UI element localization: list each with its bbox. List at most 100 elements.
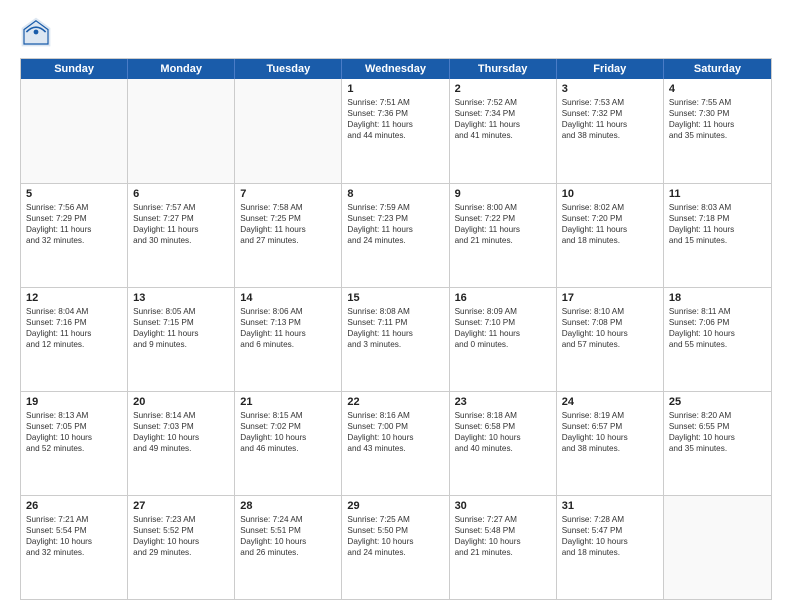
day-number: 9 [455,188,551,200]
calendar-cell: 30 Sunrise: 7:27 AM Sunset: 5:48 PM Dayli… [450,496,557,599]
day-info: Sunrise: 7:23 AM Sunset: 5:52 PM Dayligh… [133,514,229,558]
logo-icon [20,16,52,48]
day-number: 19 [26,396,122,408]
calendar-cell: 11 Sunrise: 8:03 AM Sunset: 7:18 PM Dayli… [664,184,771,287]
day-info: Sunrise: 8:16 AM Sunset: 7:00 PM Dayligh… [347,410,443,454]
weekday-header-friday: Friday [557,59,664,79]
day-info: Sunrise: 8:14 AM Sunset: 7:03 PM Dayligh… [133,410,229,454]
calendar-cell: 15 Sunrise: 8:08 AM Sunset: 7:11 PM Dayli… [342,288,449,391]
calendar-cell: 13 Sunrise: 8:05 AM Sunset: 7:15 PM Dayli… [128,288,235,391]
day-info: Sunrise: 7:27 AM Sunset: 5:48 PM Dayligh… [455,514,551,558]
calendar-cell: 24 Sunrise: 8:19 AM Sunset: 6:57 PM Dayli… [557,392,664,495]
calendar-row-1: 5 Sunrise: 7:56 AM Sunset: 7:29 PM Daylig… [21,183,771,287]
day-number: 13 [133,292,229,304]
weekday-header-tuesday: Tuesday [235,59,342,79]
day-number: 10 [562,188,658,200]
day-info: Sunrise: 8:09 AM Sunset: 7:10 PM Dayligh… [455,306,551,350]
calendar-body: 1 Sunrise: 7:51 AM Sunset: 7:36 PM Daylig… [21,79,771,599]
weekday-header-sunday: Sunday [21,59,128,79]
calendar-row-0: 1 Sunrise: 7:51 AM Sunset: 7:36 PM Daylig… [21,79,771,183]
day-number: 22 [347,396,443,408]
day-number: 3 [562,83,658,95]
calendar-header: SundayMondayTuesdayWednesdayThursdayFrid… [21,59,771,79]
day-number: 5 [26,188,122,200]
day-number: 7 [240,188,336,200]
calendar-cell: 12 Sunrise: 8:04 AM Sunset: 7:16 PM Dayli… [21,288,128,391]
calendar-cell [128,79,235,183]
day-info: Sunrise: 7:52 AM Sunset: 7:34 PM Dayligh… [455,97,551,141]
day-number: 11 [669,188,766,200]
day-info: Sunrise: 8:15 AM Sunset: 7:02 PM Dayligh… [240,410,336,454]
calendar-cell [664,496,771,599]
day-number: 23 [455,396,551,408]
day-number: 17 [562,292,658,304]
day-number: 16 [455,292,551,304]
calendar-cell: 17 Sunrise: 8:10 AM Sunset: 7:08 PM Dayli… [557,288,664,391]
weekday-header-saturday: Saturday [664,59,771,79]
day-number: 29 [347,500,443,512]
day-info: Sunrise: 7:57 AM Sunset: 7:27 PM Dayligh… [133,202,229,246]
day-info: Sunrise: 7:51 AM Sunset: 7:36 PM Dayligh… [347,97,443,141]
calendar-cell: 29Sunrise: 7:25 AM Sunset: 5:50 PM Dayli… [342,496,449,599]
day-number: 18 [669,292,766,304]
day-number: 15 [347,292,443,304]
day-info: Sunrise: 7:55 AM Sunset: 7:30 PM Dayligh… [669,97,766,141]
day-number: 24 [562,396,658,408]
calendar-cell: 31Sunrise: 7:28 AM Sunset: 5:47 PM Dayli… [557,496,664,599]
day-info: Sunrise: 8:13 AM Sunset: 7:05 PM Dayligh… [26,410,122,454]
day-number: 30 [455,500,551,512]
day-info: Sunrise: 8:00 AM Sunset: 7:22 PM Dayligh… [455,202,551,246]
weekday-header-thursday: Thursday [450,59,557,79]
calendar-cell: 27Sunrise: 7:23 AM Sunset: 5:52 PM Dayli… [128,496,235,599]
day-number: 6 [133,188,229,200]
calendar-cell: 4 Sunrise: 7:55 AM Sunset: 7:30 PM Daylig… [664,79,771,183]
calendar-row-2: 12 Sunrise: 8:04 AM Sunset: 7:16 PM Dayli… [21,287,771,391]
calendar-cell: 14 Sunrise: 8:06 AM Sunset: 7:13 PM Dayli… [235,288,342,391]
calendar-cell [21,79,128,183]
day-info: Sunrise: 8:19 AM Sunset: 6:57 PM Dayligh… [562,410,658,454]
day-info: Sunrise: 8:05 AM Sunset: 7:15 PM Dayligh… [133,306,229,350]
day-number: 4 [669,83,766,95]
day-info: Sunrise: 8:10 AM Sunset: 7:08 PM Dayligh… [562,306,658,350]
day-info: Sunrise: 7:56 AM Sunset: 7:29 PM Dayligh… [26,202,122,246]
weekday-header-wednesday: Wednesday [342,59,449,79]
day-info: Sunrise: 8:18 AM Sunset: 6:58 PM Dayligh… [455,410,551,454]
day-number: 12 [26,292,122,304]
day-info: Sunrise: 8:03 AM Sunset: 7:18 PM Dayligh… [669,202,766,246]
day-info: Sunrise: 8:08 AM Sunset: 7:11 PM Dayligh… [347,306,443,350]
calendar-row-3: 19 Sunrise: 8:13 AM Sunset: 7:05 PM Dayli… [21,391,771,495]
calendar-cell: 8Sunrise: 7:59 AM Sunset: 7:23 PM Daylig… [342,184,449,287]
day-info: Sunrise: 7:21 AM Sunset: 5:54 PM Dayligh… [26,514,122,558]
day-info: Sunrise: 8:06 AM Sunset: 7:13 PM Dayligh… [240,306,336,350]
header [20,16,772,48]
calendar-cell: 26Sunrise: 7:21 AM Sunset: 5:54 PM Dayli… [21,496,128,599]
day-number: 1 [347,83,443,95]
calendar-cell: 2 Sunrise: 7:52 AM Sunset: 7:34 PM Daylig… [450,79,557,183]
day-number: 28 [240,500,336,512]
day-info: Sunrise: 8:20 AM Sunset: 6:55 PM Dayligh… [669,410,766,454]
calendar-cell: 20 Sunrise: 8:14 AM Sunset: 7:03 PM Dayli… [128,392,235,495]
calendar-cell: 6 Sunrise: 7:57 AM Sunset: 7:27 PM Daylig… [128,184,235,287]
calendar-cell [235,79,342,183]
calendar-cell: 21 Sunrise: 8:15 AM Sunset: 7:02 PM Dayli… [235,392,342,495]
day-info: Sunrise: 7:53 AM Sunset: 7:32 PM Dayligh… [562,97,658,141]
calendar-cell: 10 Sunrise: 8:02 AM Sunset: 7:20 PM Dayli… [557,184,664,287]
calendar: SundayMondayTuesdayWednesdayThursdayFrid… [20,58,772,600]
calendar-cell: 18 Sunrise: 8:11 AM Sunset: 7:06 PM Dayli… [664,288,771,391]
day-number: 8 [347,188,443,200]
day-info: Sunrise: 7:24 AM Sunset: 5:51 PM Dayligh… [240,514,336,558]
day-info: Sunrise: 8:04 AM Sunset: 7:16 PM Dayligh… [26,306,122,350]
calendar-cell: 25Sunrise: 8:20 AM Sunset: 6:55 PM Dayli… [664,392,771,495]
day-number: 21 [240,396,336,408]
calendar-row-4: 26Sunrise: 7:21 AM Sunset: 5:54 PM Dayli… [21,495,771,599]
day-number: 20 [133,396,229,408]
day-info: Sunrise: 8:11 AM Sunset: 7:06 PM Dayligh… [669,306,766,350]
day-info: Sunrise: 7:58 AM Sunset: 7:25 PM Dayligh… [240,202,336,246]
calendar-cell: 5 Sunrise: 7:56 AM Sunset: 7:29 PM Daylig… [21,184,128,287]
day-info: Sunrise: 8:02 AM Sunset: 7:20 PM Dayligh… [562,202,658,246]
calendar-cell: 19 Sunrise: 8:13 AM Sunset: 7:05 PM Dayli… [21,392,128,495]
calendar-cell: 9 Sunrise: 8:00 AM Sunset: 7:22 PM Daylig… [450,184,557,287]
weekday-header-monday: Monday [128,59,235,79]
day-number: 2 [455,83,551,95]
day-number: 14 [240,292,336,304]
